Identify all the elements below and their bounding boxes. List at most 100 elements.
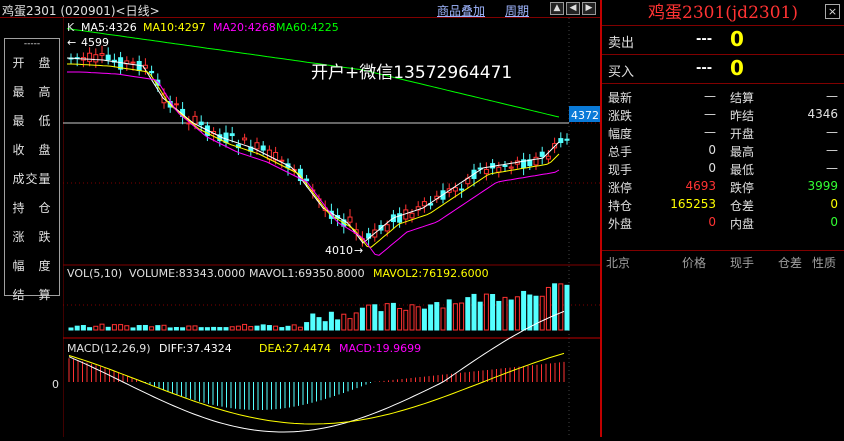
volume-bar: [142, 324, 148, 331]
stat-label: 最低: [730, 163, 755, 177]
price-chart-canvas[interactable]: K MA5:4326 MA10:4297 MA20:4268 MA60:4225…: [49, 18, 600, 437]
volume-bar: [192, 325, 198, 331]
volume-bar: [260, 324, 266, 331]
volume-bar: [366, 304, 372, 331]
bid-row: 买入 --- 0: [602, 55, 844, 84]
volume-bar: [397, 307, 403, 331]
high-price-marker: 4599: [81, 36, 109, 49]
stat-value: —: [826, 143, 838, 157]
candle-body: [452, 187, 458, 192]
quote-panel: 鸡蛋2301(jd2301) × 卖出 --- 0 买入 --- 0 最新 — 结算…: [600, 0, 844, 437]
volume-bar: [111, 324, 117, 331]
candle-body: [266, 149, 272, 160]
candle-body: [496, 166, 502, 173]
mavol1-value: MAVOL1:69350.8000: [249, 267, 365, 280]
trade-col-price: 价格: [682, 256, 707, 270]
macd-zero-axis-label: 0: [52, 378, 59, 391]
volume-bar: [428, 304, 434, 331]
volume-bar: [242, 323, 248, 331]
close-icon[interactable]: ×: [825, 4, 840, 19]
volume-bar: [353, 312, 359, 331]
ask-price: ---: [696, 32, 713, 47]
scroll-left-button[interactable]: ◀: [566, 2, 580, 15]
volume-bar: [223, 327, 229, 331]
info-low-label: 最 低: [12, 114, 52, 128]
stat-label: 外盘: [608, 217, 633, 231]
stat-value: —: [704, 89, 716, 103]
volume-bar: [335, 319, 341, 331]
volume-bar: [99, 323, 105, 331]
volume-bar: [93, 325, 99, 331]
candle-body: [384, 224, 390, 232]
volume-bar: [80, 325, 86, 331]
quote-stat-row: 持仓 165253 仓差 0: [602, 196, 844, 214]
stat-value: —: [826, 125, 838, 139]
low-marker-arrow: →: [354, 244, 363, 257]
volume-bar: [527, 294, 533, 331]
chart-pane[interactable]: K MA5:4326 MA10:4297 MA20:4268 MA60:4225…: [49, 18, 600, 437]
quote-stat-row: 最新 — 结算 —: [602, 88, 844, 106]
volume-bar: [68, 327, 74, 331]
volume-bar: [341, 313, 347, 331]
candle-body: [564, 138, 570, 141]
volume-bar: [459, 302, 465, 331]
volume-bar: [384, 303, 390, 331]
volume-bar: [403, 309, 409, 331]
volume-bar: [204, 327, 210, 331]
info-open-label: 开 盘: [12, 56, 52, 70]
price-tag: 4372: [571, 109, 599, 122]
mavol2-value: MAVOL2:76192.6000: [373, 267, 489, 280]
volume-bar: [452, 303, 458, 331]
scroll-right-button[interactable]: ▶: [582, 2, 596, 15]
trade-detail-header: 北京 价格 现手 仓差 性质: [602, 250, 844, 270]
volume-bar: [266, 325, 272, 331]
macd-value: MACD:19.9699: [339, 342, 421, 355]
ask-label: 卖出: [608, 36, 635, 51]
volume-bar: [483, 293, 489, 331]
chart-title-bar: 鸡蛋2301 (020901)<日线> 商品叠加 周期 ▲ ◀ ▶: [0, 0, 600, 18]
volume-bar: [155, 325, 161, 331]
ma-line: [67, 63, 560, 248]
bid-label: 买入: [608, 65, 635, 80]
volume-bars: [68, 283, 570, 331]
period-menu-link[interactable]: 周期: [505, 2, 529, 19]
stat-label: 昨结: [730, 109, 755, 123]
candle-body: [198, 121, 204, 126]
volume-bar: [180, 327, 186, 331]
stat-label: 结算: [730, 91, 755, 105]
volume-bar: [316, 317, 322, 331]
overlay-menu-link[interactable]: 商品叠加: [437, 2, 485, 19]
volume-bar: [545, 286, 551, 331]
trade-col-volume: 现手: [730, 256, 755, 270]
volume-bar: [254, 325, 260, 331]
volume-bar: [322, 321, 328, 331]
stat-value: —: [704, 107, 716, 121]
candle-body: [483, 168, 489, 175]
volume-bar: [496, 300, 502, 331]
volume-bar: [390, 302, 396, 331]
quote-stat-row: 幅度 — 开盘 —: [602, 124, 844, 142]
chart-title: 鸡蛋2301 (020901)<日线>: [2, 4, 160, 18]
dea-value: DEA:27.4474: [259, 342, 331, 355]
bid-volume: 0: [730, 56, 744, 80]
stat-label: 持仓: [608, 199, 633, 213]
stat-value: 0: [708, 161, 716, 175]
volume-bar: [124, 325, 130, 331]
stat-label: 内盘: [730, 217, 755, 231]
quote-stat-row: 总手 0 最高 —: [602, 142, 844, 160]
bar-info-panel: ----- 开 盘 最 高 最 低 收 盘 成交量 持 仓 涨 跌 幅 度 结 …: [4, 38, 60, 302]
candle-body: [502, 164, 508, 167]
stat-label: 最高: [730, 145, 755, 159]
volume-bar: [514, 296, 520, 331]
stat-value: 0: [830, 197, 838, 211]
info-settle-label: 结 算: [12, 288, 52, 302]
volume-bar: [378, 311, 384, 331]
volume-bar: [173, 327, 179, 331]
candle-body: [421, 201, 427, 207]
scroll-up-button[interactable]: ▲: [550, 2, 564, 15]
volume-bar: [508, 299, 514, 331]
volume-bar: [304, 322, 310, 331]
candle-body: [223, 132, 229, 143]
low-price-marker: 4010: [325, 244, 353, 257]
quote-stat-row: 涨跌 — 昨结 4346: [602, 106, 844, 124]
